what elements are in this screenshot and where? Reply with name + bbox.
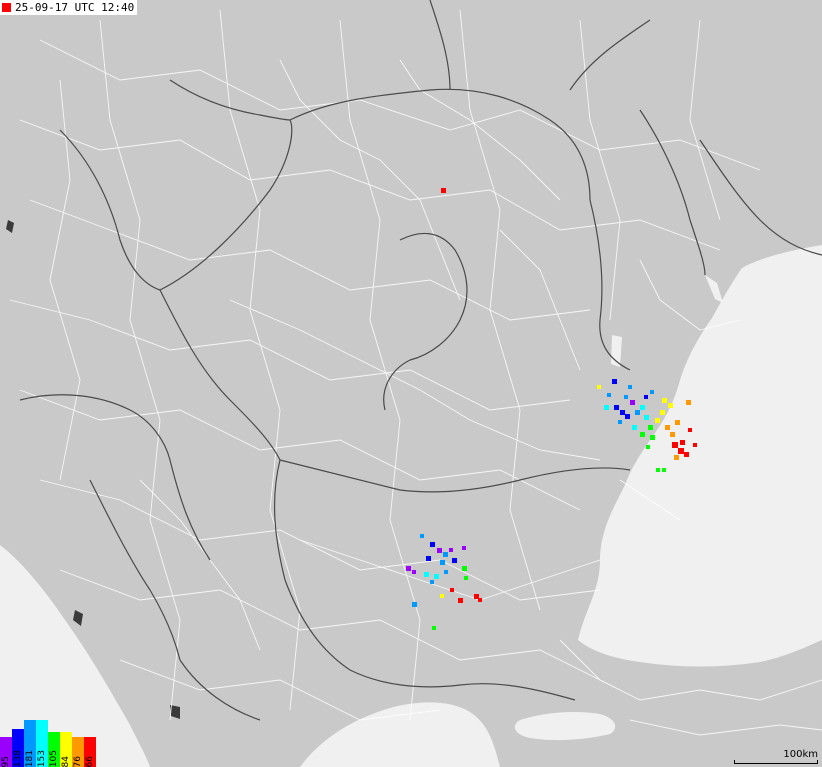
strike: [678, 448, 684, 454]
strike: [432, 626, 436, 630]
legend-label: 181: [25, 749, 35, 767]
legend-label: 95: [1, 755, 11, 767]
strike: [650, 390, 654, 394]
strike: [430, 542, 435, 547]
strike: [449, 548, 453, 552]
strike: [670, 432, 675, 437]
strike: [437, 548, 442, 553]
strike: [620, 410, 625, 415]
strike: [443, 552, 448, 557]
timestamp-marker-icon: [2, 3, 11, 12]
strike: [426, 556, 431, 561]
strike: [450, 588, 454, 592]
strike: [618, 420, 622, 424]
legend-label: 76: [73, 755, 83, 767]
timestamp-label: 25-09-17 UTC 12:40: [0, 0, 138, 15]
strike: [656, 468, 660, 472]
strike: [420, 534, 424, 538]
color-legend: 95 138 181 153 105 84 76 66: [0, 720, 96, 767]
scale-label: 100km: [783, 749, 818, 760]
strike: [680, 440, 685, 445]
strike: [628, 385, 632, 389]
strike: [686, 400, 691, 405]
strike: [430, 580, 434, 584]
strike: [668, 403, 673, 408]
strike: [644, 395, 648, 399]
scale-bar: 100km: [734, 749, 818, 764]
lightning-map: [0, 0, 822, 767]
strike: [624, 395, 628, 399]
strike: [604, 405, 609, 410]
scale-line: [734, 760, 818, 764]
legend-cell: 95: [0, 737, 12, 767]
legend-cell: 66: [84, 737, 96, 767]
strike: [478, 598, 482, 602]
strike-isolated: [441, 188, 446, 193]
legend-cell: 153: [36, 720, 48, 767]
legend-cell: 105: [48, 732, 60, 767]
strike: [660, 410, 665, 415]
strike: [458, 598, 463, 603]
strike: [630, 400, 635, 405]
strike: [640, 432, 645, 437]
legend-cell: 138: [12, 729, 24, 767]
strike: [644, 415, 649, 420]
strike: [406, 566, 411, 571]
strike: [665, 425, 670, 430]
legend-cell: 181: [24, 720, 36, 767]
strike: [662, 398, 667, 403]
strike: [688, 428, 692, 432]
strike: [444, 570, 448, 574]
strike: [648, 425, 653, 430]
strike: [597, 385, 601, 389]
legend-label: 66: [85, 755, 95, 767]
strike: [674, 455, 679, 460]
strike: [662, 468, 666, 472]
strike: [412, 602, 417, 607]
strike: [675, 420, 680, 425]
strike: [625, 414, 630, 419]
strike: [693, 443, 697, 447]
strike: [640, 405, 645, 410]
legend-label: 105: [49, 749, 59, 767]
strike: [462, 566, 467, 571]
strike: [672, 442, 678, 448]
strike: [462, 546, 466, 550]
strike: [612, 379, 617, 384]
legend-label: 153: [37, 749, 47, 767]
strike: [440, 594, 444, 598]
legend-label: 84: [61, 755, 71, 767]
strike: [607, 393, 611, 397]
strike: [464, 576, 468, 580]
strike: [646, 445, 650, 449]
strike: [424, 572, 429, 577]
strike: [434, 574, 439, 579]
strike: [440, 560, 445, 565]
strike: [635, 410, 640, 415]
legend-cell: 84: [60, 732, 72, 767]
strike: [650, 435, 655, 440]
strike: [684, 452, 689, 457]
timestamp-text: 25-09-17 UTC 12:40: [15, 1, 135, 14]
strike: [632, 425, 637, 430]
legend-label: 138: [13, 749, 23, 767]
strike: [452, 558, 457, 563]
strike: [614, 405, 619, 410]
strike: [412, 570, 416, 574]
legend-cell: 76: [72, 737, 84, 767]
strike: [655, 418, 660, 423]
